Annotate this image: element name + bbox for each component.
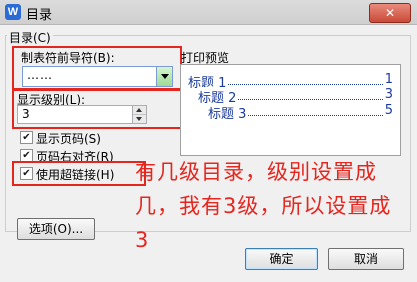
show-levels-value: 3 bbox=[22, 107, 30, 121]
print-preview-pane: 标题 1 1 标题 2 3 标题 3 5 bbox=[180, 64, 401, 156]
show-levels-spinner[interactable]: 3 bbox=[17, 105, 147, 124]
dropdown-button[interactable] bbox=[156, 67, 172, 86]
toc-preview-entry: 标题 1 1 bbox=[188, 72, 393, 91]
instruction-annotation: 有几级目录，级别设置成几，我有3级，所以设置成3 bbox=[135, 160, 392, 252]
tab-leader-label: 制表符前导符(B): bbox=[21, 51, 115, 65]
toc-entry-page: 1 bbox=[382, 72, 393, 87]
spin-down-button[interactable] bbox=[133, 115, 146, 123]
arrow-down-icon bbox=[136, 117, 142, 121]
check-icon[interactable]: ✔ bbox=[20, 131, 33, 144]
close-button[interactable]: ✕ bbox=[369, 3, 411, 23]
dialog-body: 目录(C) 制表符前导符(B): …… 显示级别(L): 3 ✔ 显示页码(S)… bbox=[0, 25, 417, 282]
checkbox-label: 使用超链接(H) bbox=[36, 168, 115, 182]
toc-entry-page: 5 bbox=[382, 103, 393, 118]
chevron-down-icon bbox=[161, 74, 169, 79]
title-bar: W 目录 ✕ bbox=[0, 0, 417, 25]
options-button[interactable]: 选项(O)... bbox=[17, 218, 95, 240]
toc-preview-entry: 标题 2 3 bbox=[198, 87, 393, 106]
checkbox-label: 显示页码(S) bbox=[36, 132, 101, 146]
cancel-button[interactable]: 取消 bbox=[328, 248, 404, 270]
tab-leader-select[interactable]: …… bbox=[22, 66, 173, 87]
tab-leader-value: …… bbox=[27, 68, 53, 82]
toc-preview-entry: 标题 3 5 bbox=[208, 103, 393, 122]
toc-entry-page: 3 bbox=[382, 87, 393, 102]
toc-entry-text: 标题 3 bbox=[208, 103, 249, 122]
window-title: 目录 bbox=[26, 8, 53, 23]
wps-app-icon: W bbox=[5, 4, 21, 20]
toc-group-label: 目录(C) bbox=[7, 29, 53, 46]
arrow-up-icon bbox=[136, 108, 142, 112]
check-icon[interactable]: ✔ bbox=[20, 167, 33, 180]
spinner-buttons bbox=[132, 106, 146, 123]
spin-up-button[interactable] bbox=[133, 106, 146, 115]
ok-button[interactable]: 确定 bbox=[245, 248, 318, 270]
